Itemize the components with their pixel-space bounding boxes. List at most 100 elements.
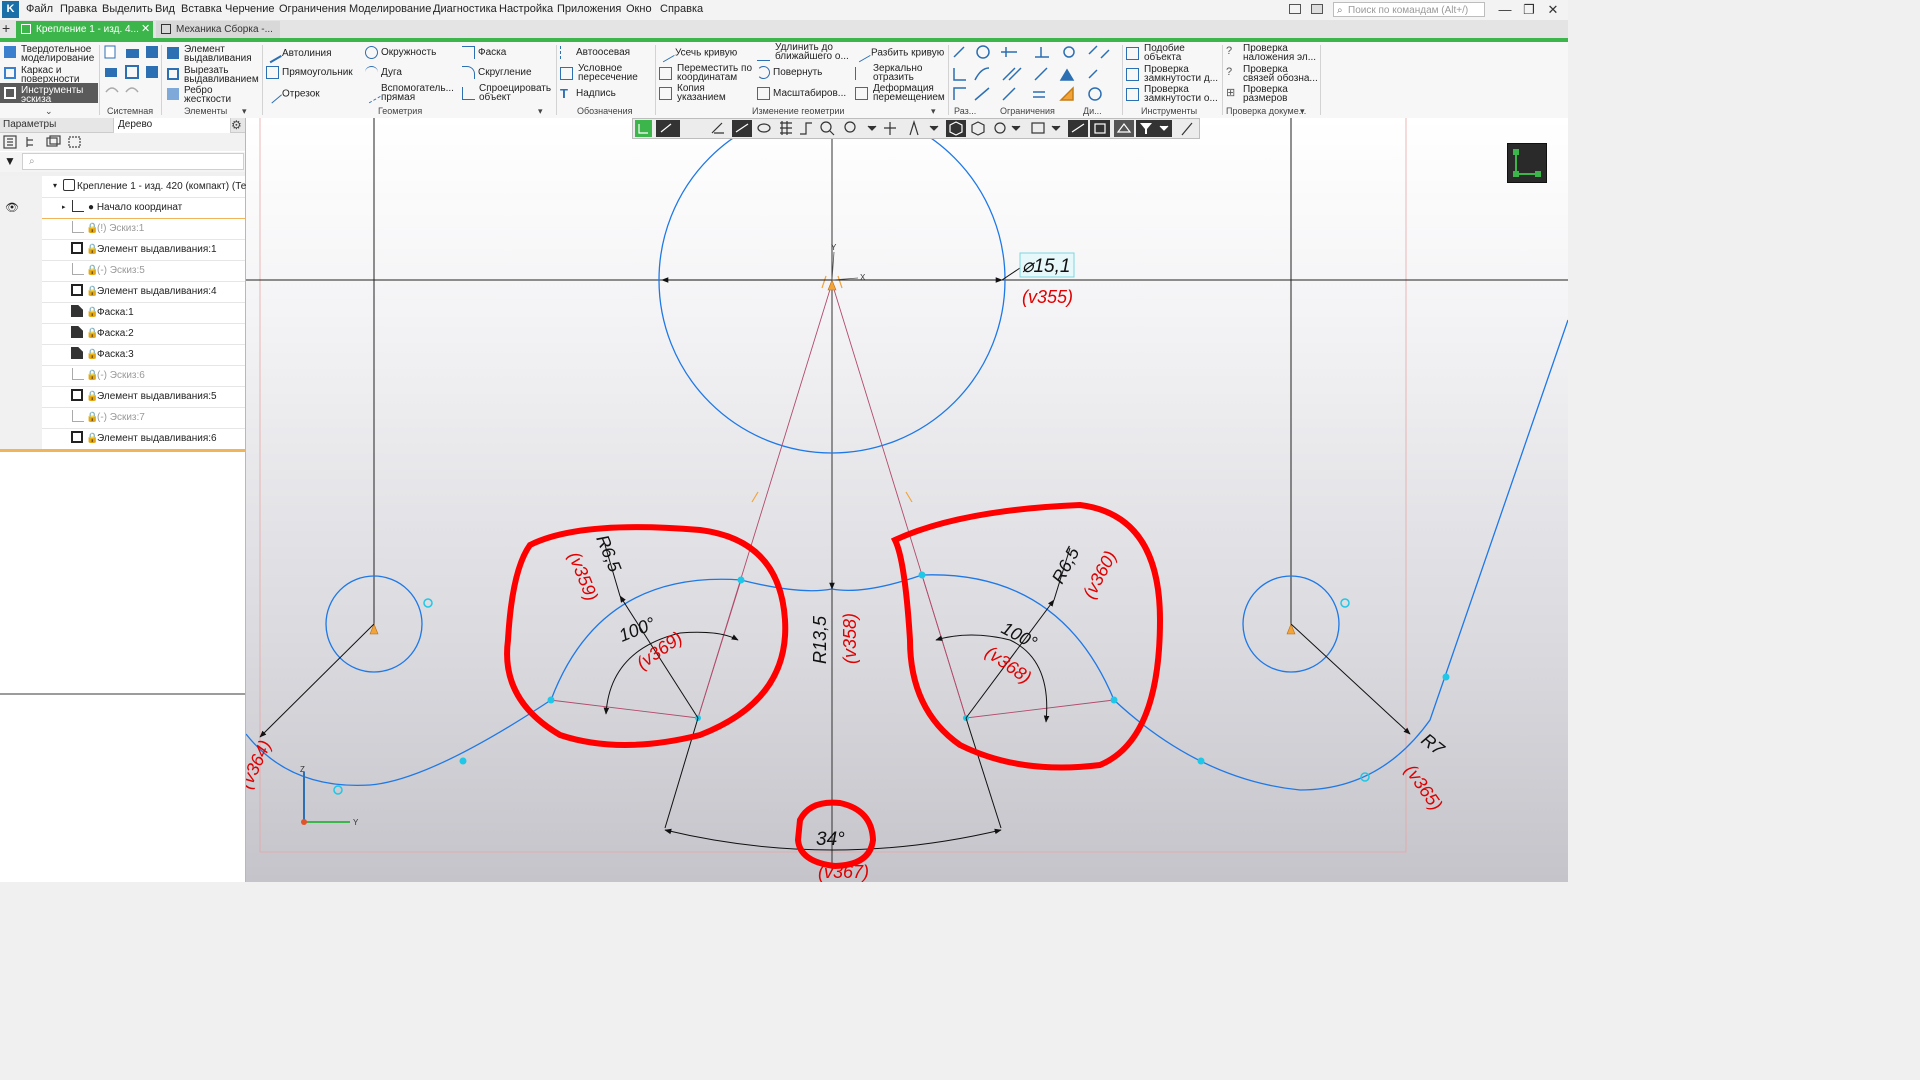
selection-icon[interactable] xyxy=(68,136,81,148)
tree-item-chamfer-2[interactable]: 🔒 Фаска:2 xyxy=(0,323,245,345)
parallel-icon[interactable] xyxy=(1002,67,1022,81)
zoom-dropdown-icon[interactable] xyxy=(844,121,877,133)
tree-item-chamfer-3[interactable]: 🔒 Фаска:3 xyxy=(0,344,245,366)
save-all-icon[interactable] xyxy=(146,66,158,78)
tree-view-icon[interactable] xyxy=(3,135,17,149)
tab-close-icon[interactable]: ✕ xyxy=(141,22,150,35)
extrude-button[interactable]: Элемент выдавливания xyxy=(164,43,260,64)
expand-arrow-icon[interactable]: ▸ xyxy=(62,203,66,211)
tab-document-active[interactable]: Крепление 1 - изд. 4... xyxy=(16,21,153,38)
arc-dimension-icon[interactable] xyxy=(974,67,990,81)
dim-ang-left[interactable]: 100° xyxy=(616,613,658,645)
section-icon[interactable] xyxy=(1031,122,1061,134)
perpendicular-icon[interactable] xyxy=(1034,67,1048,81)
sketch-point[interactable] xyxy=(1197,757,1205,765)
dim-r-far-right[interactable]: R7 xyxy=(1418,729,1449,760)
dim-ang-bottom[interactable]: 34° xyxy=(816,829,845,850)
print-icon[interactable] xyxy=(105,68,117,77)
menu-select[interactable]: Выделить xyxy=(102,3,153,15)
auto-axis-button[interactable]: Автоосевая xyxy=(560,46,630,59)
tab-document-assembly[interactable]: Механика Сборка -... xyxy=(156,21,280,38)
sketch-point[interactable] xyxy=(918,571,926,579)
menu-file[interactable]: Файл xyxy=(26,3,53,15)
rib-button[interactable]: Ребро жесткости xyxy=(164,84,260,105)
layer-view-icon[interactable] xyxy=(1114,120,1134,137)
dim-r-right[interactable]: R6,5 xyxy=(1048,543,1084,587)
dim-r-far-right-var[interactable]: (v365) xyxy=(1401,761,1447,814)
open-folder-icon[interactable] xyxy=(126,49,139,58)
menu-view[interactable]: Вид xyxy=(155,3,175,15)
rotate-button[interactable]: Повернуть xyxy=(757,66,822,79)
panel-divider[interactable] xyxy=(0,693,245,695)
exit-sketch-button[interactable] xyxy=(1507,143,1547,183)
group-expand-icon[interactable]: ▾ xyxy=(242,106,247,117)
group-expand-icon[interactable]: ▾ xyxy=(931,106,936,117)
text-label-button[interactable]: T Надпись xyxy=(560,87,616,100)
minimize-button[interactable]: — xyxy=(1494,2,1516,17)
filter-icon[interactable]: ▼ xyxy=(4,154,16,168)
tangent-icon[interactable] xyxy=(1063,46,1075,58)
menu-window[interactable]: Окно xyxy=(626,3,652,15)
tree-item-chamfer-1[interactable]: 🔒 Фаска:1 xyxy=(0,302,245,324)
command-search-input[interactable]: ⌕ Поиск по командам (Alt+/) xyxy=(1333,2,1485,17)
sketch-canvas[interactable]: X Y ⌀15,1 (v355) R13,5 (v358) R6,5 (v359… xyxy=(246,118,1568,882)
rotate-view-icon[interactable] xyxy=(909,120,939,136)
dim-r-center-var[interactable]: (v358) xyxy=(840,613,860,664)
menu-drawing[interactable]: Черчение xyxy=(225,3,275,15)
sketch-point[interactable] xyxy=(737,576,745,584)
horizontal-constraint-icon[interactable] xyxy=(1001,47,1017,57)
tree-item-sketch-6[interactable]: 🔒 (-) Эскиз:6 xyxy=(0,365,245,387)
coincident-icon[interactable] xyxy=(1002,87,1016,101)
render-style-icon[interactable] xyxy=(656,120,680,137)
structure-icon[interactable] xyxy=(26,137,33,147)
mode-surface[interactable]: Каркас и поверхности xyxy=(0,63,98,85)
menu-insert[interactable]: Вставка xyxy=(181,3,222,15)
sketch-point[interactable] xyxy=(1340,598,1350,608)
dim-ang-right[interactable]: 100° xyxy=(998,618,1040,653)
menu-diagnostics[interactable]: Диагностика xyxy=(433,3,497,15)
trim-curve-button[interactable]: Усечь кривую xyxy=(656,43,737,63)
mode-solid[interactable]: Твердотельное моделирование xyxy=(0,42,98,64)
segment-button[interactable]: Отрезок xyxy=(263,84,320,104)
undo-icon[interactable] xyxy=(105,87,119,93)
dim-r-center[interactable]: R13,5 xyxy=(810,615,830,664)
dim-diameter[interactable]: ⌀15,1 xyxy=(1022,256,1070,277)
tree-item-extrude-1[interactable]: 🔒 Элемент выдавливания:1 xyxy=(0,239,245,261)
menu-help[interactable]: Справка xyxy=(660,3,703,15)
view-orient-icon[interactable] xyxy=(971,121,985,136)
tree-item-extrude-6[interactable]: 🔒 Элемент выдавливания:6 xyxy=(0,428,245,452)
symmetry-icon[interactable] xyxy=(1059,86,1074,101)
menu-constraints[interactable]: Ограничения xyxy=(279,3,346,15)
view-cube-icon[interactable] xyxy=(946,120,966,137)
gear-icon[interactable]: ⚙ xyxy=(231,118,242,132)
tree-item-sketch-7[interactable]: 🔒 (-) Эскиз:7 xyxy=(0,407,245,429)
app-logo-icon[interactable]: K xyxy=(2,1,19,18)
sketch-point[interactable] xyxy=(1442,673,1450,681)
dim-r-left[interactable]: R6,5 xyxy=(592,532,625,576)
dim-r-left-var[interactable]: (v359) xyxy=(564,549,602,604)
sketch-point[interactable] xyxy=(459,757,467,765)
angle-dimension-icon[interactable] xyxy=(953,87,966,100)
cut-extrude-button[interactable]: Вырезать выдавливанием xyxy=(164,64,260,85)
ortho-icon[interactable] xyxy=(800,122,812,135)
fix-point-icon[interactable] xyxy=(1059,68,1075,81)
eye-icon[interactable] xyxy=(757,123,771,133)
tree-item-extrude-5[interactable]: 🔒 Элемент выдавливания:5 xyxy=(0,386,245,408)
linear-dimension-icon[interactable] xyxy=(953,68,966,81)
split-curve-button[interactable]: Разбить кривую xyxy=(852,43,944,63)
group-expand-icon[interactable]: ▾ xyxy=(538,106,543,117)
new-file-icon[interactable] xyxy=(104,45,116,59)
sketch-toggle-icon[interactable] xyxy=(635,120,652,137)
tree-item-extrude-4[interactable]: 🔒 Элемент выдавливания:4 xyxy=(0,281,245,303)
chamfer-button[interactable]: Фаска xyxy=(462,46,506,59)
sketch-point[interactable] xyxy=(333,785,343,795)
chain-dimension-icon[interactable] xyxy=(974,87,990,101)
layout-icon[interactable] xyxy=(1289,4,1301,14)
tree-item-root[interactable]: ▾ Крепление 1 - изд. 420 (компакт) (Тел xyxy=(0,176,252,198)
vertical-constraint-icon[interactable] xyxy=(1035,47,1049,58)
arc-button[interactable]: Дуга xyxy=(365,66,402,79)
scale-button[interactable]: Масштабиров... xyxy=(757,87,846,100)
menu-edit[interactable]: Правка xyxy=(60,3,97,15)
screen-icon[interactable] xyxy=(1311,4,1323,14)
fillet-button[interactable]: Скругление xyxy=(462,66,532,79)
